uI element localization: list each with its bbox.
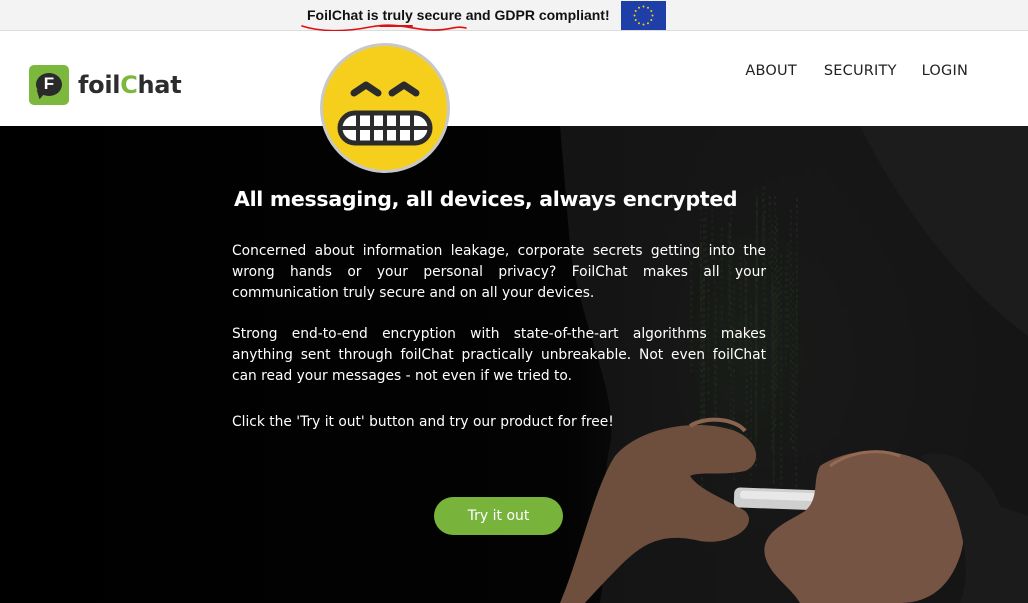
hero-title: All messaging, all devices, always encry… (234, 187, 738, 211)
banner-underlined-word: truly (382, 7, 413, 23)
notice-banner: FoilChat is truly secure and GDPR compli… (0, 0, 1028, 32)
logo-word-part1: foil (78, 71, 121, 99)
hero-section: All messaging, all devices, always encry… (0, 126, 1028, 603)
eu-flag-icon (621, 1, 666, 30)
banner-text: FoilChat is truly secure and GDPR compli… (307, 7, 610, 23)
banner-prefix: FoilChat is (307, 7, 383, 23)
banner-suffix: secure and GDPR compliant! (412, 7, 610, 23)
hero-paragraph-3: Click the 'Try it out' button and try ou… (232, 414, 614, 430)
try-it-out-button[interactable]: Try it out (434, 497, 563, 535)
hero-paragraph-2: Strong end-to-end encryption with state-… (232, 326, 766, 384)
logo-word-accent: C (120, 71, 138, 99)
site-header: F foilChat ABOUT SECURITY LOGIN (0, 31, 1028, 126)
nav-security-link[interactable]: SECURITY (824, 63, 897, 79)
logo-letter: F (43, 74, 55, 93)
hero-paragraph-1: Concerned about information leakage, cor… (232, 243, 766, 301)
nav-about-link[interactable]: ABOUT (745, 63, 797, 79)
nav-login-link[interactable]: LOGIN (922, 63, 968, 79)
logo-word-part3: hat (137, 71, 182, 99)
main-nav: ABOUT SECURITY LOGIN (745, 63, 968, 79)
grimacing-face-icon (320, 43, 450, 173)
logo-wordmark: foilChat (78, 71, 182, 99)
foilchat-logo[interactable]: F foilChat (29, 65, 182, 105)
logo-chat-bubble-icon: F (29, 65, 69, 105)
